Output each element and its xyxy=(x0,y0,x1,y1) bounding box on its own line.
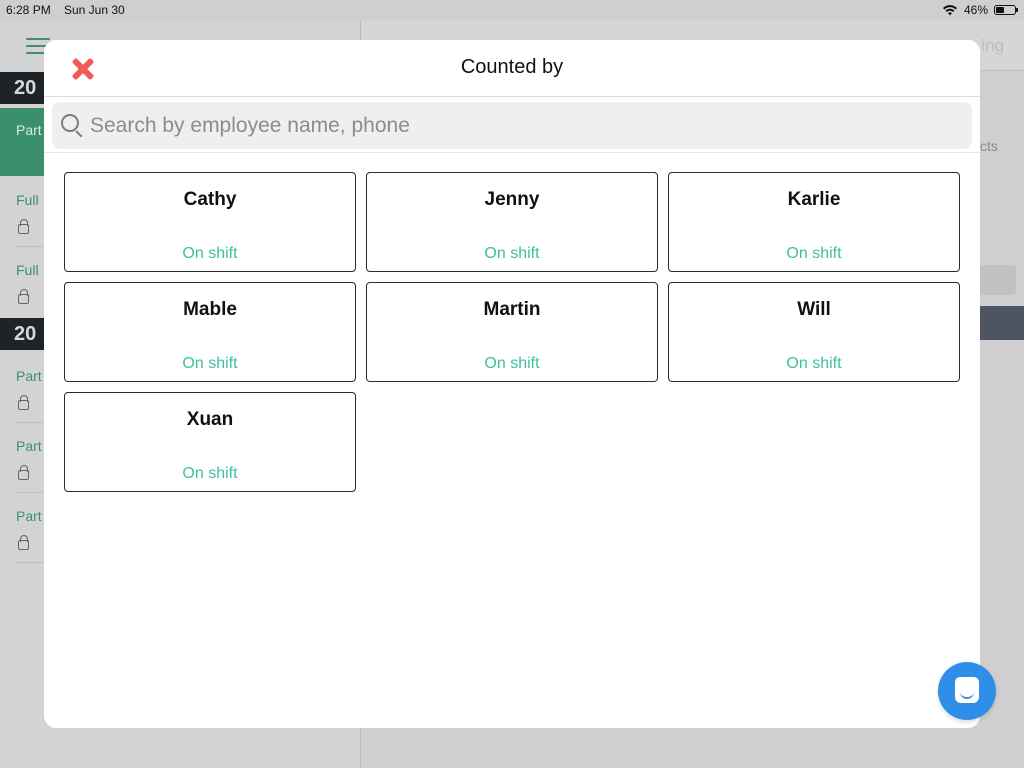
modal-title: Counted by xyxy=(460,56,564,78)
background-row-label: Full xyxy=(16,192,39,208)
battery-percent: 46% xyxy=(963,3,988,17)
employee-card[interactable]: Mable On shift xyxy=(64,282,356,382)
employee-card[interactable]: Karlie On shift xyxy=(668,172,960,272)
employee-card[interactable]: Martin On shift xyxy=(366,282,658,382)
search-bar xyxy=(44,97,980,153)
employee-card[interactable]: Cathy On shift xyxy=(64,172,356,272)
employee-status: On shift xyxy=(484,355,540,372)
bag-icon xyxy=(18,395,29,410)
employee-name: Martin xyxy=(483,299,541,320)
employee-name: Karlie xyxy=(787,189,841,210)
employee-status: On shift xyxy=(786,355,842,372)
search-icon xyxy=(61,114,79,132)
employee-card[interactable]: Will On shift xyxy=(668,282,960,382)
employee-name: Cathy xyxy=(183,189,237,210)
background-row-label: Part xyxy=(16,122,42,138)
employee-status: On shift xyxy=(786,245,842,262)
background-row-label: Part xyxy=(16,438,42,454)
bag-icon xyxy=(18,289,29,304)
employee-card[interactable]: Jenny On shift xyxy=(366,172,658,272)
background-right-text: cts xyxy=(980,138,998,154)
chat-icon xyxy=(955,677,979,703)
chat-button[interactable] xyxy=(938,662,996,720)
employee-name: Will xyxy=(797,299,831,320)
modal-header: Counted by xyxy=(44,40,980,97)
background-header-text: ing xyxy=(981,36,1004,55)
search-input[interactable] xyxy=(90,102,962,149)
counted-by-modal: Counted by CathyOn shiftJennyOn shiftKar… xyxy=(44,40,980,728)
employee-status: On shift xyxy=(182,355,238,372)
employee-name: Mable xyxy=(183,299,237,320)
bag-icon xyxy=(18,465,29,480)
bag-icon xyxy=(18,219,29,234)
employee-status: On shift xyxy=(182,245,238,262)
battery-icon xyxy=(994,5,1018,15)
background-row-label: Full xyxy=(16,262,39,278)
employee-name: Jenny xyxy=(484,189,540,210)
status-right: 46% xyxy=(942,3,1018,17)
bag-icon xyxy=(18,535,29,550)
employee-status: On shift xyxy=(182,465,238,482)
search-field[interactable] xyxy=(52,102,972,149)
status-bar: 6:28 PM Sun Jun 30 46% xyxy=(0,0,1024,20)
background-right-bar xyxy=(980,306,1024,340)
wifi-icon xyxy=(942,5,957,16)
employee-card[interactable]: Xuan On shift xyxy=(64,392,356,492)
background-right-box xyxy=(980,265,1016,295)
background-row-label: Part xyxy=(16,368,42,384)
status-time: 6:28 PM xyxy=(6,3,51,17)
employee-grid: Cathy On shift Jenny On shift Karlie On shift… xyxy=(64,172,960,492)
background-row-label: Part xyxy=(16,508,42,524)
employee-status: On shift xyxy=(484,245,540,262)
status-date: Sun Jun 30 xyxy=(64,3,125,17)
employee-name: Xuan xyxy=(186,409,234,430)
